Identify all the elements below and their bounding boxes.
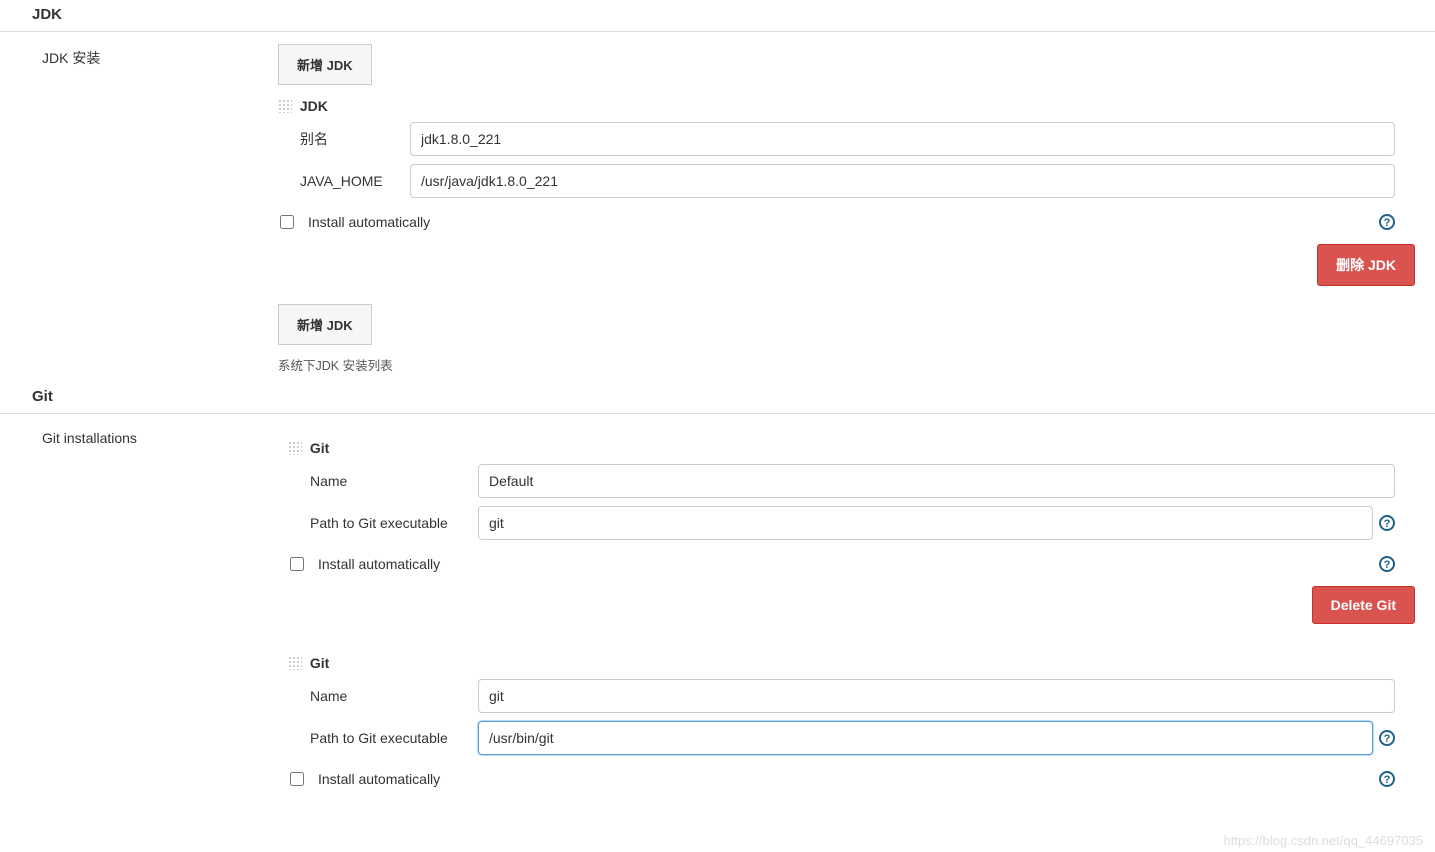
git-name-label: Name — [310, 688, 478, 704]
help-icon[interactable]: ? — [1379, 771, 1395, 787]
jdk-alias-label: 别名 — [300, 129, 410, 149]
add-jdk-button[interactable]: 新增 JDK — [278, 44, 372, 85]
help-icon[interactable]: ? — [1379, 214, 1395, 230]
git-section-header: Git — [0, 382, 1435, 414]
help-icon[interactable]: ? — [1379, 730, 1395, 746]
git-install-auto-label: Install automatically — [318, 556, 440, 572]
jdk-java-home-input[interactable] — [410, 164, 1395, 198]
git-name-input-2[interactable] — [478, 679, 1395, 713]
drag-handle-icon[interactable] — [288, 656, 302, 670]
jdk-java-home-label: JAVA_HOME — [300, 173, 410, 189]
git-path-label: Path to Git executable — [310, 730, 478, 746]
git-install-auto-checkbox[interactable] — [290, 557, 304, 571]
jdk-section-header: JDK — [0, 0, 1435, 32]
delete-jdk-button[interactable]: 删除 JDK — [1317, 244, 1415, 286]
git-tool-title: Git — [310, 440, 329, 456]
help-icon[interactable]: ? — [1379, 556, 1395, 572]
delete-git-button[interactable]: Delete Git — [1312, 586, 1415, 624]
jdk-desc-text: 系统下JDK 安装列表 — [278, 355, 1395, 374]
git-name-input[interactable] — [478, 464, 1395, 498]
git-path-input[interactable] — [478, 506, 1373, 540]
git-path-input-2[interactable] — [478, 721, 1373, 755]
drag-handle-icon[interactable] — [288, 441, 302, 455]
jdk-install-auto-checkbox[interactable] — [280, 215, 294, 229]
git-path-label: Path to Git executable — [310, 515, 478, 531]
jdk-left-label: JDK 安装 — [0, 44, 278, 374]
jdk-install-auto-label: Install automatically — [308, 214, 430, 230]
watermark: https://blog.csdn.net/qq_44697035 — [1224, 833, 1424, 848]
git-install-auto-checkbox-2[interactable] — [290, 772, 304, 786]
jdk-alias-input[interactable] — [410, 122, 1395, 156]
drag-handle-icon[interactable] — [278, 99, 292, 113]
git-install-auto-label: Install automatically — [318, 771, 440, 787]
git-name-label: Name — [310, 473, 478, 489]
help-icon[interactable]: ? — [1379, 515, 1395, 531]
git-left-label: Git installations — [0, 426, 278, 789]
add-jdk-button-2[interactable]: 新增 JDK — [278, 304, 372, 345]
jdk-tool-title: JDK — [300, 98, 328, 114]
git-tool-title: Git — [310, 655, 329, 671]
